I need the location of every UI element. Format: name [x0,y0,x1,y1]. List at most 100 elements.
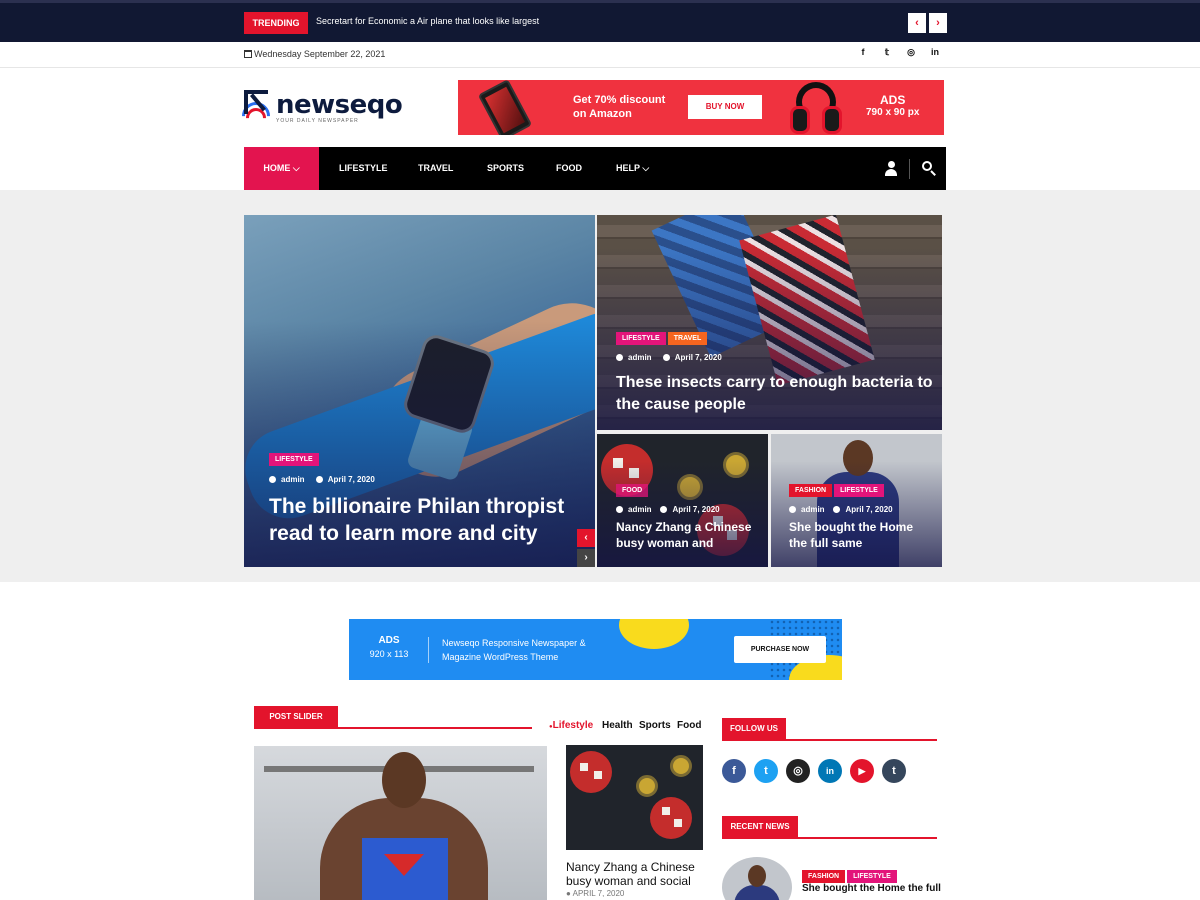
post-author[interactable]: admin [281,475,305,484]
user-icon [616,506,623,513]
post-slider-image[interactable] [254,746,547,900]
filter-tab-health[interactable]: Health [602,720,633,731]
trending-headline[interactable]: Secretart for Economic a Air plane that … [316,16,539,26]
hero-bottom-left-card[interactable]: FOOD admin April 7, 2020 Nancy Zhang a C… [597,434,768,567]
post-meta: admin April 7, 2020 [789,505,893,514]
post-title[interactable]: Nancy Zhang a Chinese busy woman and [616,519,761,551]
buy-now-button[interactable]: BUY NOW [688,95,762,119]
tumblr-icon[interactable]: t [882,759,906,783]
post-author[interactable]: admin [801,505,825,514]
filter-tab-food[interactable]: Food [677,720,701,731]
category-badge[interactable]: LIFESTYLE [834,484,884,497]
ad-promo-text: Get 70% discount on Amazon [573,93,665,121]
chevron-left-icon[interactable]: ‹ [577,529,595,547]
calendar-icon [244,50,252,58]
facebook-icon[interactable]: f [856,47,870,57]
instagram-icon[interactable]: ◎ [904,47,918,58]
side-post-title[interactable]: Nancy Zhang a Chinese busy woman and soc… [566,860,706,888]
nav-item-travel[interactable]: TRAVEL [418,147,453,190]
nav-item-lifestyle[interactable]: LIFESTYLE [339,147,388,190]
logo-name: newseqo [276,90,403,120]
nav-item-food[interactable]: FOOD [556,147,582,190]
post-date: April 7, 2020 [674,353,722,362]
nav-item-sports[interactable]: SPORTS [487,147,524,190]
date-text: Wednesday September 22, 2021 [254,49,386,59]
chevron-down-icon: ⌵ [642,163,650,173]
instagram-icon[interactable]: ◎ [786,759,810,783]
chevron-right-icon[interactable]: › [929,13,947,33]
clock-icon [833,506,841,513]
nav-item-home[interactable]: HOME ⌵ [244,147,319,190]
recent-post-image[interactable] [722,857,792,900]
chevron-right-icon[interactable]: › [577,549,595,567]
hero-top-right-card[interactable]: LIFESTYLE TRAVEL admin April 7, 2020 Thes… [597,215,942,430]
linkedin-icon[interactable]: in [818,759,842,783]
clock-icon [315,476,323,483]
purchase-now-button[interactable]: PURCHASE NOW [734,636,826,663]
post-title[interactable]: The billionaire Philan thropist read to … [269,493,579,547]
post-meta: admin April 7, 2020 [269,475,375,484]
recent-post-title[interactable]: She bought the Home the full [802,883,942,894]
twitter-icon[interactable]: 𝕥 [880,47,894,58]
search-icon[interactable] [922,161,936,176]
content-ad-banner[interactable]: ADS 920 x 113 Newseqo Responsive Newspap… [349,619,842,680]
user-icon[interactable] [884,161,898,177]
category-badge[interactable]: FASHION [802,870,846,883]
filter-tab-lifestyle[interactable]: ●Lifestyle [549,720,593,731]
post-meta: admin April 7, 2020 [616,505,720,514]
clock-icon [660,506,668,513]
logo-tagline: YOUR DAILY NEWSPAPER [276,118,359,124]
category-badge[interactable]: FASHION [789,484,833,497]
facebook-icon[interactable]: f [722,759,746,783]
clock-icon: ● [566,889,571,898]
user-icon [269,476,276,483]
recent-post-categories: FASHION LIFESTYLE [802,865,899,883]
side-post-date: ● APRIL 7, 2020 [566,889,625,898]
user-icon [789,506,796,513]
post-date: April 7, 2020 [327,475,375,484]
category-badge[interactable]: LIFESTYLE [616,332,666,345]
chevron-down-icon: ⌵ [292,163,300,173]
chevron-left-icon[interactable]: ‹ [908,13,926,33]
ad-size-label: ADS 920 x 113 [369,635,409,659]
linkedin-icon[interactable]: in [928,47,942,57]
section-underline [722,739,937,741]
twitter-icon[interactable]: t [754,759,778,783]
trending-badge: TRENDING [244,12,308,34]
phone-image [477,80,533,135]
section-underline [254,727,532,729]
post-date: April 7, 2020 [672,505,720,514]
hero-bottom-right-card[interactable]: FASHION LIFESTYLE admin April 7, 2020 She… [771,434,942,567]
date-bar: Wednesday September 22, 2021 f 𝕥 ◎ in [0,42,1200,68]
post-date: April 7, 2020 [845,505,893,514]
main-nav: HOME ⌵ LIFESTYLE TRAVEL SPORTS FOOD HELP… [244,147,946,190]
post-meta: admin April 7, 2020 [616,353,722,362]
headphones-image [790,82,842,134]
header-ad-banner[interactable]: Get 70% discount on Amazon BUY NOW ADS 7… [458,80,944,135]
ad-promo-line1: Get 70% discount [573,94,666,106]
post-title[interactable]: She bought the Home the full same [789,519,934,551]
category-badge[interactable]: LIFESTYLE [847,870,897,883]
post-author[interactable]: admin [628,353,652,362]
youtube-icon[interactable]: ▶ [850,759,874,783]
category-badge[interactable]: FOOD [616,484,649,497]
side-post-image[interactable] [566,745,703,850]
category-badge[interactable]: LIFESTYLE [269,453,319,466]
site-logo[interactable]: newseqo YOUR DAILY NEWSPAPER [236,88,403,136]
ad-size-label: ADS 790 x 90 px [866,93,919,118]
hero-main-card[interactable]: LIFESTYLE admin April 7, 2020 The billio… [244,215,595,567]
ad-label: ADS [880,93,906,107]
logo-mark-icon [236,90,276,136]
post-slider-heading: POST SLIDER [254,706,338,728]
category-badge[interactable]: TRAVEL [667,332,708,345]
post-title[interactable]: These insects carry to enough bacteria t… [616,372,936,416]
nav-item-help[interactable]: HELP ⌵ [616,147,649,190]
ad-text: Newseqo Responsive Newspaper & Magazine … [442,638,586,662]
filter-tab-sports[interactable]: Sports [639,720,671,731]
clock-icon [662,354,670,361]
ad-size: 790 x 90 px [866,107,920,118]
ad-size: 920 x 113 [369,649,409,659]
user-icon [616,354,623,361]
post-author[interactable]: admin [628,505,652,514]
trending-bar: TRENDING Secretart for Economic a Air pl… [0,0,1200,42]
